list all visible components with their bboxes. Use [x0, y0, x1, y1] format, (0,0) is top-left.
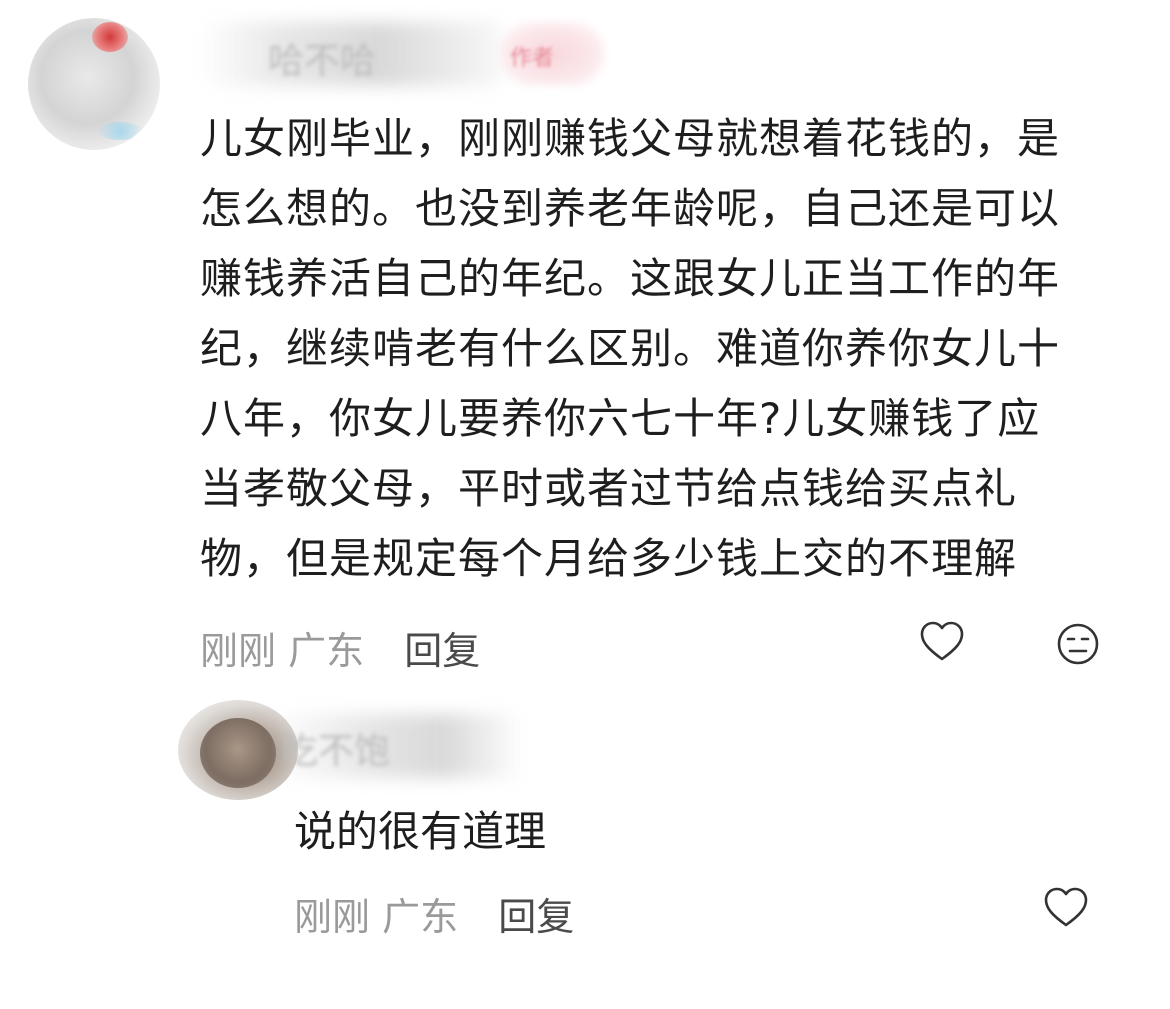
heart-outline-icon[interactable] [918, 618, 966, 666]
comment-line: 怎么想的。也没到养老年龄呢，自己还是可以 [200, 184, 1061, 233]
reply-time: 刚刚 [294, 895, 371, 939]
comment-line: 当孝敬父母，平时或者过节给点钱给买点礼 [200, 464, 1018, 513]
avatar[interactable] [28, 18, 160, 150]
comment-line: 纪，继续啃老有什么区别。难道你养你女儿十 [200, 324, 1061, 373]
comment-line: 赚钱养活自己的年纪。这跟女儿正当工作的年 [200, 254, 1061, 303]
expressionless-face-icon[interactable] [1054, 620, 1102, 668]
reply-location: 广东 [382, 895, 459, 939]
comment-location: 广东 [288, 629, 365, 673]
comment-body: 儿女刚毕业，刚刚赚钱父母就想着花钱的，是 怎么想的。也没到养老年龄呢，自己还是可… [200, 104, 1120, 594]
reply-button[interactable]: 回复 [404, 629, 480, 673]
comment-line: 物，但是规定每个月给多少钱上交的不理解 [200, 534, 1018, 583]
reply-body: 说的很有道理 [294, 807, 547, 856]
reply-button[interactable]: 回复 [498, 895, 574, 939]
comment-line: 儿女刚毕业，刚刚赚钱父母就想着花钱的，是 [200, 114, 1061, 163]
username[interactable]: 吃不饱 [282, 722, 390, 774]
heart-outline-icon[interactable] [1042, 884, 1090, 932]
comment-line: 八年，你女儿要养你六七十年?儿女赚钱了应 [200, 394, 1041, 443]
comment-meta: 刚刚 广东 回复 [200, 620, 480, 675]
reply-meta: 刚刚 广东 回复 [294, 886, 574, 941]
author-tag-label: 作者 [510, 46, 555, 71]
username[interactable]: 哈不哈 [268, 32, 376, 84]
comment-time: 刚刚 [200, 629, 277, 673]
